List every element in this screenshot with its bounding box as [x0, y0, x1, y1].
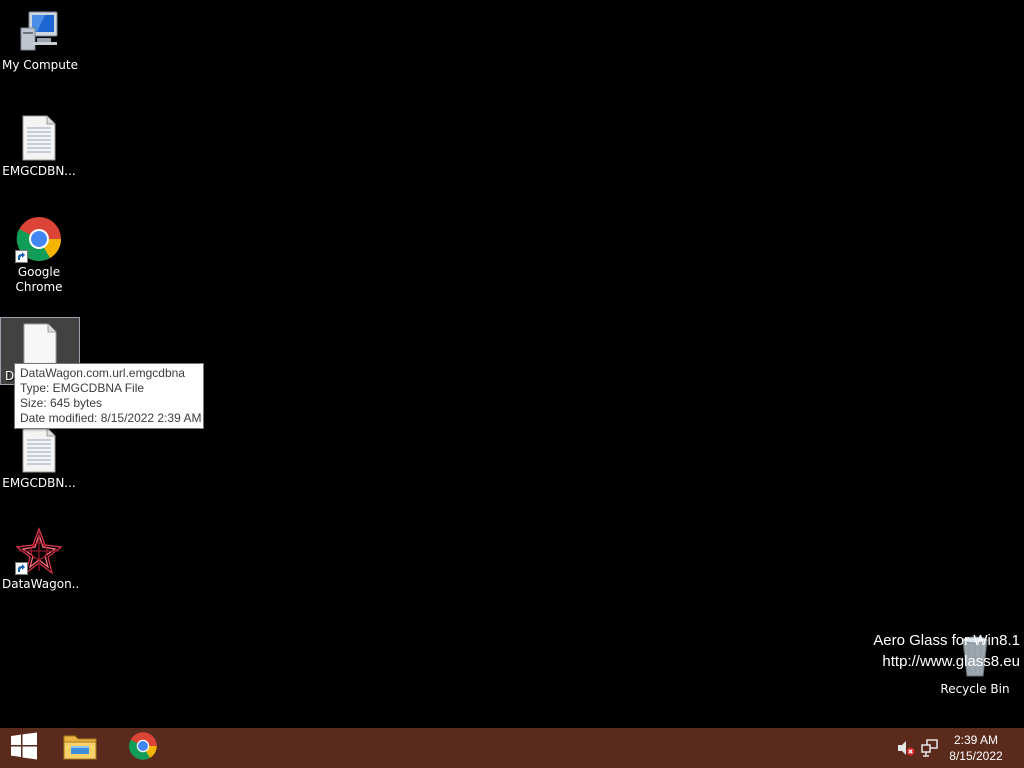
icon-label: EMGCDBN...: [2, 164, 76, 178]
taskbar: 2:39 AM 8/15/2022: [0, 728, 1024, 768]
taskbar-chrome-button[interactable]: [119, 728, 167, 768]
system-tray: [896, 728, 940, 768]
icon-label-line1: Google: [17, 265, 61, 279]
volume-muted-icon[interactable]: [896, 738, 916, 758]
chrome-icon: [15, 215, 63, 263]
text-file-icon: [15, 114, 63, 162]
icon-label: Recycle Bin: [940, 682, 1010, 696]
windows-logo-icon: [10, 732, 38, 764]
aero-glass-watermark: Aero Glass for Win8.1 http://www.glass8.…: [873, 630, 1020, 672]
icon-label: DataWagon...: [2, 577, 78, 591]
icon-label: My Computer: [2, 58, 78, 72]
start-button[interactable]: [0, 728, 48, 768]
file-explorer-icon: [63, 731, 97, 765]
watermark-url: http://www.glass8.eu: [882, 653, 1020, 670]
tooltip-filename: DataWagon.com.url.emgcdbna: [20, 366, 185, 380]
datawagon-icon: [15, 527, 63, 575]
tooltip-type: Type: EMGCDBNA File: [20, 381, 145, 395]
text-file-icon: [15, 426, 63, 474]
desktop-icon-emgcdbn-file-1[interactable]: EMGCDBN...: [0, 114, 78, 179]
desktop-icon-my-computer[interactable]: My Computer: [0, 8, 78, 73]
desktop-icon-datawagon[interactable]: DataWagon...: [0, 527, 78, 592]
icon-label: EMGCDBN...: [2, 476, 76, 490]
clock-date: 8/15/2022: [949, 749, 1003, 763]
watermark-title: Aero Glass for Win8.1: [873, 632, 1020, 649]
shortcut-arrow-icon: [15, 562, 28, 575]
tooltip-date-modified: Date modified: 8/15/2022 2:39 AM: [20, 411, 202, 425]
file-info-tooltip: DataWagon.com.url.emgcdbna Type: EMGCDBN…: [14, 363, 204, 429]
clock-time: 2:39 AM: [953, 733, 999, 747]
taskbar-clock[interactable]: 2:39 AM 8/15/2022: [946, 732, 1006, 764]
chrome-icon: [128, 731, 158, 765]
taskbar-file-explorer-button[interactable]: [56, 728, 104, 768]
tooltip-size: Size: 645 bytes: [20, 396, 103, 410]
my-computer-icon: [15, 8, 63, 56]
icon-label-line2: Chrome: [15, 280, 63, 294]
desktop-icon-emgcdbn-file-2[interactable]: EMGCDBN...: [0, 426, 78, 491]
shortcut-arrow-icon: [15, 250, 28, 263]
desktop-icon-google-chrome[interactable]: Google Chrome: [0, 215, 78, 295]
desktop[interactable]: My Computer EMGCDBN... Google Chrome EMG…: [0, 0, 1024, 728]
network-icon[interactable]: [920, 738, 940, 758]
